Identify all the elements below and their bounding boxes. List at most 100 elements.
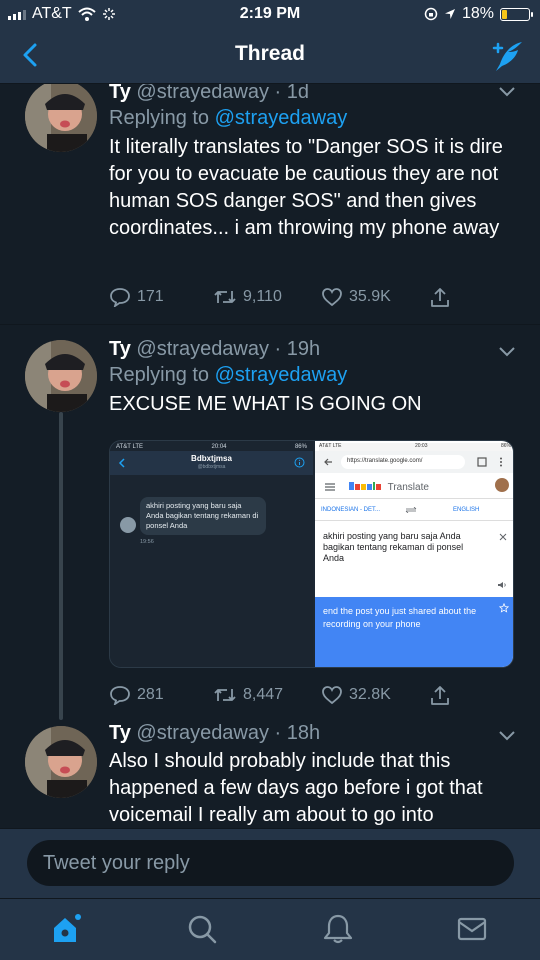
tab-notifications[interactable] xyxy=(322,913,354,945)
nav-bar: Thread xyxy=(0,28,540,84)
retweet-count: 8,447 xyxy=(243,686,284,703)
reply-button[interactable]: 281 xyxy=(109,684,213,706)
tabs-icon xyxy=(477,457,487,467)
chevron-down-icon[interactable] xyxy=(498,86,516,98)
author-name[interactable]: Ty xyxy=(109,338,131,360)
tweet-text: EXCUSE ME WHAT IS GOING ON xyxy=(109,393,422,415)
tweet-text: Also I should probably include that this… xyxy=(109,750,483,826)
retweet-button[interactable]: 9,110 xyxy=(213,286,321,308)
swap-icon xyxy=(405,507,417,513)
avatar[interactable] xyxy=(25,726,97,798)
source-text: akhiri posting yang baru saja Anda bagik… xyxy=(323,531,464,563)
location-icon xyxy=(444,9,455,19)
battery-level xyxy=(502,9,507,19)
mention-link[interactable]: @strayedaway xyxy=(215,364,348,386)
translation-result: end the post you just shared about the r… xyxy=(315,597,513,667)
retweet-icon xyxy=(214,291,236,303)
heart-icon xyxy=(322,686,342,705)
reply-bar: Tweet your reply xyxy=(0,828,540,898)
translate-app-name: Translate xyxy=(387,482,429,493)
replying-to-label: Replying to xyxy=(109,364,210,386)
tweet-media-image[interactable]: AT&T LTE 20:04 86% Bdbxtjmsa @bdbxtjmsa … xyxy=(109,440,514,668)
avatar[interactable] xyxy=(25,340,97,412)
media-left-panel: AT&T LTE 20:04 86% Bdbxtjmsa @bdbxtjmsa … xyxy=(110,441,313,667)
avatar[interactable] xyxy=(25,84,97,152)
dm-message-bubble: akhiri posting yang baru saja Anda bagik… xyxy=(140,497,266,535)
media-carrier: AT&T LTE xyxy=(319,443,342,449)
translate-logo: Translate xyxy=(349,481,429,493)
like-button[interactable]: 32.8K xyxy=(321,684,429,706)
tab-search[interactable] xyxy=(186,913,218,945)
author-name[interactable]: Ty xyxy=(109,722,131,744)
back-arrow-icon xyxy=(324,458,332,466)
tweet-text: It literally translates to "Danger SOS i… xyxy=(109,136,503,239)
battery-icon xyxy=(500,7,533,21)
dm-contact-name: Bdbxtjmsa xyxy=(191,454,232,463)
dm-avatar xyxy=(120,517,136,533)
tweet-time: 1d xyxy=(286,84,310,103)
translate-header: Translate xyxy=(315,473,513,499)
tweet-header: Ty @strayedaway · 19h xyxy=(109,338,321,360)
tweet-time: 18h xyxy=(286,722,321,744)
retweet-icon xyxy=(214,689,236,701)
share-icon xyxy=(431,288,449,307)
tweet[interactable]: Ty @strayedaway · 18h Also I should prob… xyxy=(0,720,540,828)
reply-input[interactable]: Tweet your reply xyxy=(27,840,514,886)
browser-url: https://translate.google.com/ xyxy=(341,455,465,469)
reply-icon xyxy=(110,686,130,705)
status-right: 18% xyxy=(424,5,533,23)
dm-header: Bdbxtjmsa @bdbxtjmsa xyxy=(110,451,313,475)
retweet-count: 9,110 xyxy=(243,288,282,305)
share-button[interactable] xyxy=(429,286,451,308)
author-name[interactable]: Ty xyxy=(109,84,131,103)
language-bar: INDONESIAN - DET... ENGLISH xyxy=(315,499,513,521)
translated-text: end the post you just shared about the r… xyxy=(323,606,477,629)
replying-to-label: Replying to xyxy=(109,107,210,129)
google-logo-icon xyxy=(349,482,381,490)
media-battery: 86% xyxy=(500,443,511,449)
source-language: INDONESIAN - DET... xyxy=(321,507,381,513)
browser-url-bar: https://translate.google.com/ xyxy=(315,451,513,473)
tab-messages[interactable] xyxy=(456,913,488,945)
author-handle[interactable]: @strayedaway xyxy=(136,84,269,103)
chevron-down-icon[interactable] xyxy=(498,346,516,358)
author-handle[interactable]: @strayedaway xyxy=(136,722,269,744)
tweet-actions: 281 8,447 32.8K xyxy=(109,684,451,706)
media-right-panel: AT&T LTE 20:03 86% https://translate.goo… xyxy=(315,441,513,667)
reply-count: 281 xyxy=(137,686,164,703)
tweet-header: Ty @strayedaway · 18h xyxy=(109,722,321,744)
like-button[interactable]: 35.9K xyxy=(321,286,429,308)
search-icon xyxy=(188,915,217,944)
retweet-button[interactable]: 8,447 xyxy=(213,684,321,706)
speaker-icon xyxy=(498,582,506,588)
like-count: 35.9K xyxy=(349,288,391,305)
thread-feed: Ty @strayedaway · 1d Replying to @straye… xyxy=(0,84,540,828)
reply-button[interactable]: 171 xyxy=(109,286,213,308)
media-time: 20:03 xyxy=(414,443,428,449)
tab-home[interactable] xyxy=(50,913,82,945)
info-icon xyxy=(294,457,305,468)
dm-message-time: 19:56 xyxy=(140,539,154,545)
tweet[interactable]: Ty @strayedaway · 1d Replying to @straye… xyxy=(0,84,540,324)
home-icon xyxy=(54,914,81,942)
tweet-header: Ty @strayedaway · 1d xyxy=(109,84,516,105)
compose-tweet-icon[interactable] xyxy=(488,38,524,74)
reply-icon xyxy=(110,288,130,307)
more-icon xyxy=(500,457,502,467)
envelope-icon xyxy=(457,917,487,941)
rotation-lock-icon xyxy=(424,7,438,21)
close-icon xyxy=(499,533,507,541)
tweet-actions: 171 9,110 35.9K xyxy=(109,286,451,308)
user-avatar xyxy=(495,478,509,492)
heart-icon xyxy=(322,288,342,307)
dm-contact-handle: @bdbxtjmsa xyxy=(197,464,226,470)
share-button[interactable] xyxy=(429,684,451,706)
page-title: Thread xyxy=(234,42,305,65)
author-handle[interactable]: @strayedaway xyxy=(136,338,269,360)
chevron-down-icon[interactable] xyxy=(498,730,516,742)
share-icon xyxy=(431,686,449,705)
like-count: 32.8K xyxy=(349,686,391,703)
replying-to: Replying to @strayedaway xyxy=(109,105,516,132)
replying-to: Replying to @strayedaway xyxy=(109,362,516,389)
mention-link[interactable]: @strayedaway xyxy=(215,107,348,129)
